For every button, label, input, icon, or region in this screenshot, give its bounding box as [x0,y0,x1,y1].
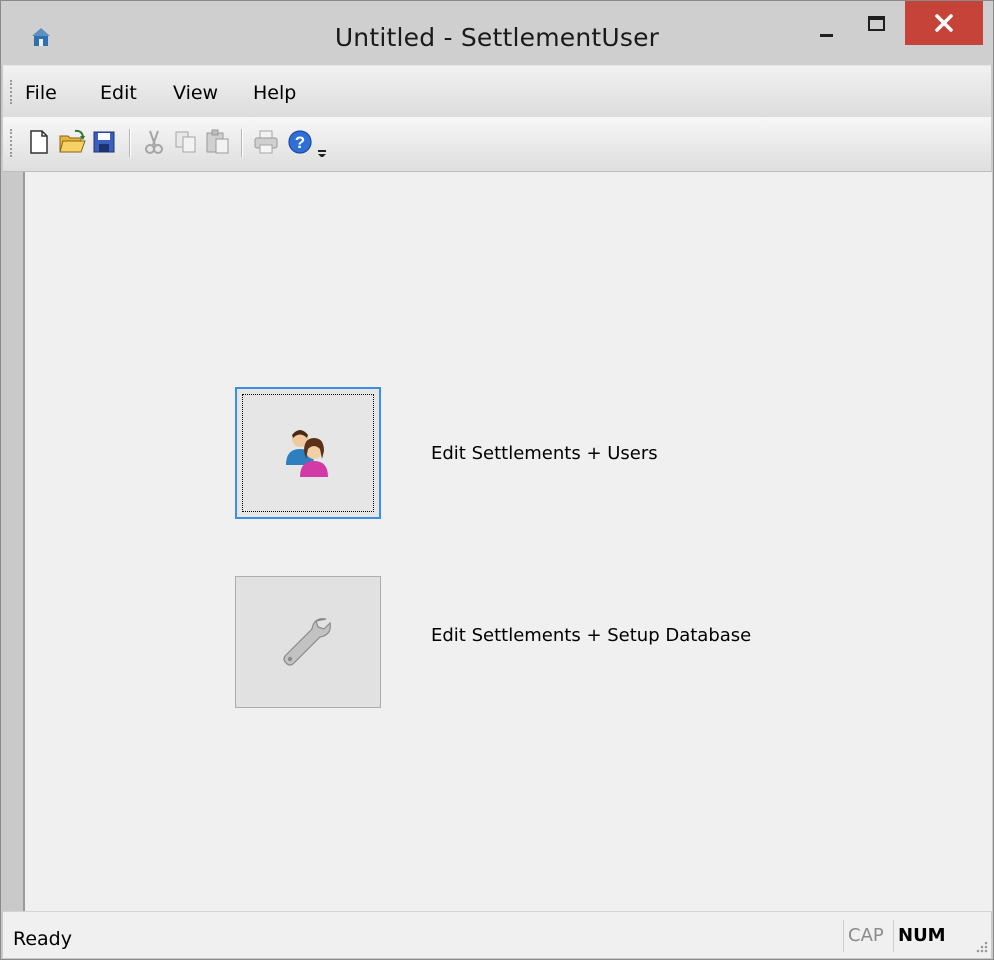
menu-help[interactable]: Help [253,82,296,104]
status-bar: Ready CAP NUM [3,911,991,958]
new-document-icon[interactable] [23,127,53,157]
edit-users-button[interactable] [235,387,381,519]
toolbar: ? [3,117,991,172]
toolbar-grip[interactable] [10,129,15,157]
maximize-button[interactable] [856,9,896,45]
menu-file[interactable]: File [25,82,57,104]
overflow-chevron-icon[interactable] [315,127,329,157]
minimize-icon [820,34,833,37]
edit-users-label: Edit Settlements + Users [431,443,658,464]
menu-view[interactable]: View [173,82,218,104]
cut-icon[interactable] [139,127,169,157]
menu-bar: File Edit View Help [3,65,991,118]
help-icon[interactable]: ? [285,127,315,157]
menu-edit[interactable]: Edit [100,82,137,104]
setup-database-button[interactable] [235,576,381,708]
app-window: Untitled - SettlementUser File Edit View… [0,0,994,960]
title-bar[interactable]: Untitled - SettlementUser [1,1,993,65]
toolbar-separator [241,129,243,157]
close-icon [935,14,953,32]
toolbar-separator [129,129,131,157]
copy-icon[interactable] [171,127,201,157]
paste-icon[interactable] [203,127,233,157]
caps-indicator: CAP [843,920,888,952]
wrench-icon [283,618,331,666]
menu-grip[interactable] [10,80,15,104]
save-icon[interactable] [89,127,119,157]
status-text: Ready [13,928,72,950]
num-indicator: NUM [893,920,950,952]
users-icon [286,430,328,477]
close-button[interactable] [905,1,983,45]
main-client-area: Edit Settlements + Users Edit Settlement… [23,172,992,911]
minimize-button[interactable] [807,9,847,45]
size-grip-icon[interactable] [971,936,989,954]
svg-text:?: ? [295,133,305,152]
setup-database-label: Edit Settlements + Setup Database [431,625,752,646]
maximize-icon [868,16,885,31]
open-folder-icon[interactable] [57,127,87,157]
print-icon[interactable] [251,127,281,157]
